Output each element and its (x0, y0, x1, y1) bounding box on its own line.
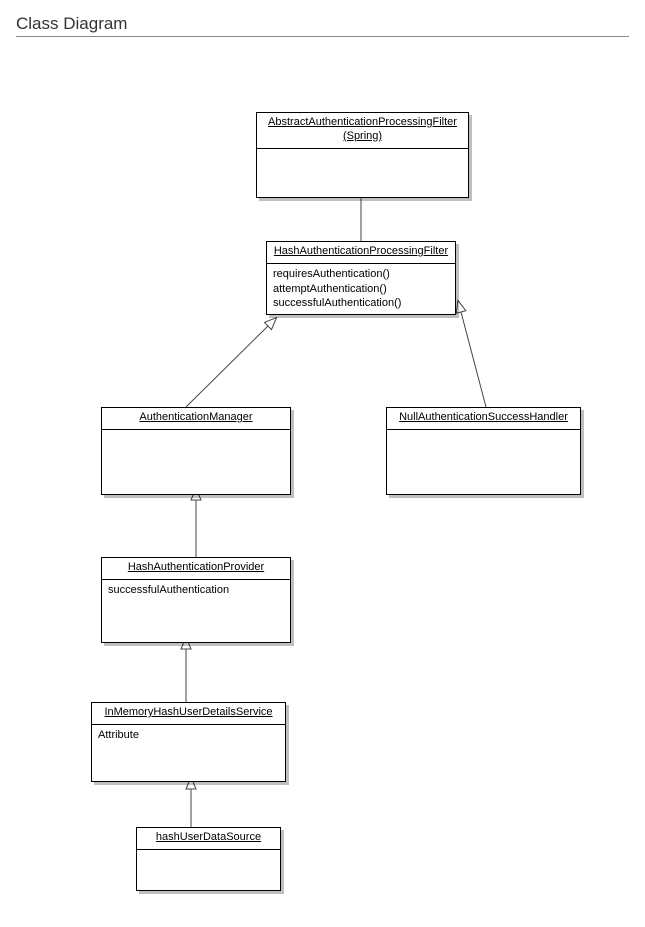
class-title: HashAuthenticationProcessingFilter (267, 242, 455, 264)
class-title: AuthenticationManager (102, 408, 290, 430)
title-divider (16, 36, 629, 37)
class-title: InMemoryHashUserDetailsService (92, 703, 285, 725)
class-members (387, 430, 580, 494)
class-members: Attribute (92, 725, 285, 781)
class-authentication-manager: AuthenticationManager (101, 407, 291, 495)
class-abstract-authentication-processing-filter: AbstractAuthenticationProcessingFilter (… (256, 112, 469, 198)
class-name-line2: (Spring) (343, 130, 382, 142)
class-title: hashUserDataSource (137, 828, 280, 850)
operation: successfulAuthentication() (273, 296, 449, 311)
attribute: Attribute (98, 728, 279, 743)
class-hash-user-data-source: hashUserDataSource (136, 827, 281, 891)
class-members (137, 850, 280, 890)
class-in-memory-hash-user-details-service: InMemoryHashUserDetailsService Attribute (91, 702, 286, 782)
class-hash-authentication-processing-filter: HashAuthenticationProcessingFilter requi… (266, 241, 456, 315)
class-hash-authentication-provider: HashAuthenticationProvider successfulAut… (101, 557, 291, 643)
class-members (257, 149, 468, 197)
class-title: HashAuthenticationProvider (102, 558, 290, 580)
class-members: successfulAuthentication (102, 580, 290, 642)
attribute: successfulAuthentication (108, 583, 284, 598)
class-null-authentication-success-handler: NullAuthenticationSuccessHandler (386, 407, 581, 495)
operation: requiresAuthentication() (273, 267, 449, 282)
class-members: requiresAuthentication() attemptAuthenti… (267, 264, 455, 315)
class-members (102, 430, 290, 494)
class-name-line1: AbstractAuthenticationProcessingFilter (268, 116, 457, 128)
page-title: Class Diagram (16, 14, 629, 34)
class-title: AbstractAuthenticationProcessingFilter (… (257, 113, 468, 149)
diagram-canvas: AbstractAuthenticationProcessingFilter (… (16, 57, 629, 897)
operation: attemptAuthentication() (273, 282, 449, 297)
class-title: NullAuthenticationSuccessHandler (387, 408, 580, 430)
